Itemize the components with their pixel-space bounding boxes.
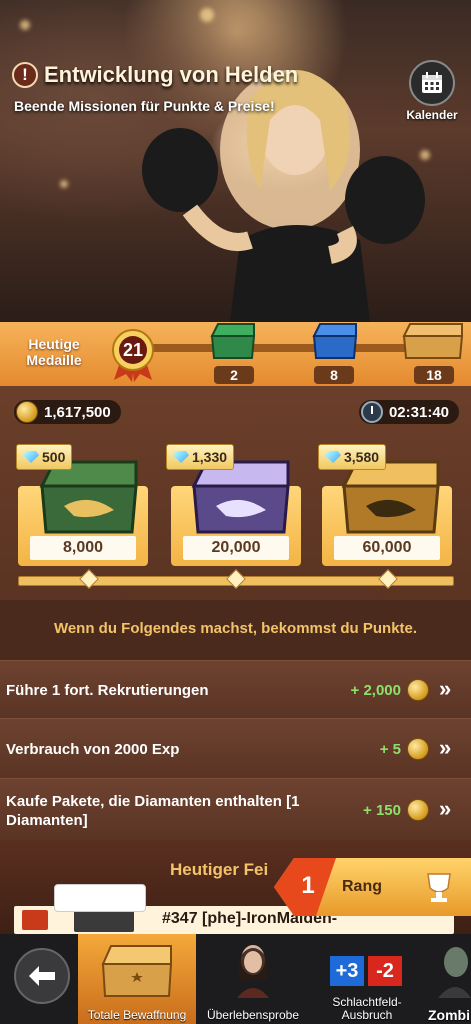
- chevron-right-icon[interactable]: »: [439, 798, 461, 820]
- calendar-icon: [409, 60, 455, 106]
- reward-points: 60,000: [334, 536, 440, 560]
- hero-banner: ! Entwicklung von Helden Beende Missione…: [0, 0, 471, 322]
- title-row: ! Entwicklung von Helden: [12, 62, 298, 88]
- coin-icon: [16, 401, 38, 423]
- task-points: + 5: [380, 738, 429, 760]
- task-text: Kaufe Pakete, die Diamanten enthalten [1…: [6, 793, 300, 829]
- task-points: + 2,000: [351, 679, 429, 701]
- tab-schlachtfeld-ausbruch[interactable]: +3 -2 Schlachtfeld-Ausbruch: [312, 934, 422, 1024]
- milestone-value: 8: [314, 366, 354, 384]
- task-row[interactable]: Verbrauch von 2000 Exp + 5 »: [0, 718, 471, 778]
- emoji-bubble[interactable]: 😎 😎 😎: [54, 884, 146, 912]
- coin-icon: [407, 799, 429, 821]
- progress-marker: [226, 569, 246, 589]
- coin-icon: [407, 679, 429, 701]
- milestone-value: 18: [414, 366, 454, 384]
- timer-value: 02:31:40: [388, 403, 449, 421]
- calendar-label: Kalender: [406, 108, 458, 122]
- progress-marker: [79, 569, 99, 589]
- task-points-value: + 5: [379, 740, 401, 758]
- gem-cost-tag: 3,580: [318, 444, 387, 470]
- medal-label: Heutige Medaille: [26, 336, 82, 368]
- reward-points: 20,000: [183, 536, 289, 560]
- gold-chest-icon: [101, 945, 173, 997]
- task-row[interactable]: Führe 1 fort. Rekrutierungen + 2,000 »: [0, 660, 471, 718]
- bottom-nav: Totale Bewaffnung Überlebensprobe +3 -2 …: [0, 934, 471, 1024]
- task-text: Führe 1 fort. Rekrutierungen: [6, 682, 209, 699]
- diamond-icon: [173, 451, 189, 463]
- rank-label: Rang: [342, 878, 382, 895]
- task-row[interactable]: Kaufe Pakete, die Diamanten enthalten [1…: [0, 778, 471, 840]
- coin-balance: 1,617,500: [14, 400, 121, 424]
- blue-chest-icon[interactable]: [310, 322, 360, 360]
- task-text: Verbrauch von 2000 Exp: [6, 741, 180, 758]
- tab-totale-bewaffnung[interactable]: Totale Bewaffnung: [78, 934, 196, 1024]
- medal-strip: Heutige Medaille 21 2 8 18: [0, 322, 471, 386]
- task-points: + 150: [363, 799, 429, 821]
- task-points-value: + 2,000: [350, 681, 401, 699]
- tab-label: Überlebensprobe: [206, 1008, 300, 1022]
- points-hint: Wenn du Folgendes machst, bekommst du Pu…: [0, 600, 471, 660]
- medal-count: 21: [122, 340, 144, 360]
- score-badge-blue: +3: [330, 956, 364, 986]
- info-icon[interactable]: !: [12, 62, 38, 88]
- gold-chest-icon[interactable]: [400, 322, 466, 360]
- tab-label: Totale Bewaffnung: [87, 1008, 187, 1022]
- back-button[interactable]: [14, 948, 70, 1004]
- gem-cost-tag: 1,330: [166, 444, 235, 470]
- rank-number: 1: [301, 872, 315, 899]
- reward-points: 8,000: [30, 536, 136, 560]
- gem-cost-tag: 500: [16, 444, 73, 470]
- rewards-panel: 1,617,500 02:31:40 8,000 500 20,000 1,33…: [0, 386, 471, 600]
- coin-icon: [407, 738, 429, 760]
- page-title: Entwicklung von Helden: [44, 62, 299, 87]
- points-progress-bar: [18, 569, 454, 589]
- task-points-value: + 150: [363, 801, 401, 819]
- flag-icon: [22, 910, 48, 930]
- page-subtitle: Beende Missionen für Punkte & Preise!: [14, 98, 275, 114]
- chevron-right-icon[interactable]: »: [439, 678, 461, 700]
- progress-marker: [378, 569, 398, 589]
- tab-label: Schlachtfeld-Ausbruch: [332, 995, 402, 1022]
- gem-cost: 1,330: [192, 449, 228, 465]
- gem-cost: 3,580: [344, 449, 380, 465]
- clock-icon: [360, 401, 383, 423]
- back-arrow-icon: [29, 966, 55, 986]
- calendar-button[interactable]: Kalender: [402, 60, 462, 124]
- chevron-right-icon[interactable]: »: [439, 737, 461, 759]
- green-chest-icon[interactable]: [208, 322, 258, 360]
- diamond-icon: [325, 451, 341, 463]
- countdown-timer: 02:31:40: [358, 400, 459, 424]
- tab-label: Zombi: [428, 1007, 470, 1023]
- fest-title: Heutiger Fei: [170, 860, 269, 879]
- survivor-portrait-icon: [237, 945, 269, 998]
- diamond-icon: [23, 451, 39, 463]
- milestone-value: 2: [214, 366, 254, 384]
- medal-badge: 21: [108, 328, 158, 382]
- zombie-portrait-icon: [438, 947, 471, 998]
- coin-balance-value: 1,617,500: [44, 403, 111, 421]
- tab-zombi[interactable]: Zombi: [424, 934, 471, 1024]
- gem-cost: 500: [42, 449, 66, 465]
- tab-ueberlebensprobe[interactable]: Überlebensprobe: [198, 934, 308, 1024]
- score-badge-red: -2: [368, 956, 402, 986]
